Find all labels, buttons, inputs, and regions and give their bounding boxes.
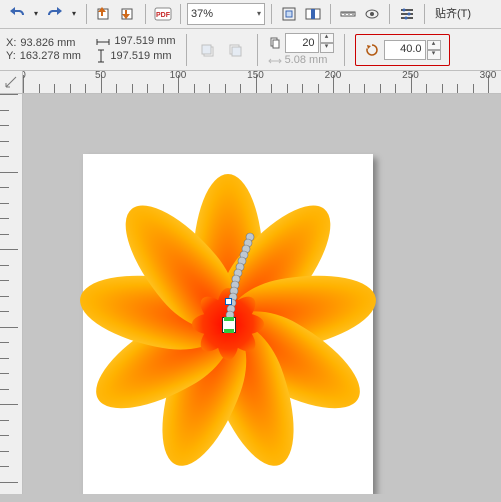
rotation-angle-input[interactable]: 40.0 ▴▾: [384, 40, 441, 60]
canvas[interactable]: [23, 94, 501, 494]
spacing-icon: [268, 56, 282, 66]
chevron-down-icon: ▾: [257, 10, 261, 18]
copies-input[interactable]: 20 ▴▾: [285, 33, 334, 53]
redo-button[interactable]: [44, 3, 66, 25]
property-bar: X: 93.826 mm Y: 163.278 mm 197.519 mm 19…: [0, 29, 501, 71]
workspace: [0, 94, 501, 494]
show-rulers-button[interactable]: [337, 3, 359, 25]
copies-icon: [268, 37, 282, 49]
svg-text:PDF: PDF: [156, 12, 171, 19]
page[interactable]: [83, 154, 373, 494]
export-button[interactable]: [117, 3, 139, 25]
y-label: Y:: [6, 51, 16, 62]
rotation-angle-group: 40.0 ▴▾: [355, 34, 450, 66]
main-toolbar: ▾ ▾ PDF 37% ▾ 贴齐(T): [0, 0, 501, 29]
undo-dropdown[interactable]: ▾: [30, 3, 42, 25]
selection-handle[interactable]: [225, 298, 232, 305]
zoom-dropdown[interactable]: 37% ▾: [187, 3, 265, 25]
redo-dropdown[interactable]: ▾: [68, 3, 80, 25]
full-screen-button[interactable]: [278, 3, 300, 25]
spacing-value: 5.08 mm: [285, 55, 328, 66]
object-width-value: 197.519 mm: [114, 36, 175, 47]
height-icon: [96, 49, 106, 63]
object-height-value: 197.519 mm: [110, 51, 171, 62]
export-pdf-button[interactable]: PDF: [152, 3, 174, 25]
layer-down-button[interactable]: [225, 39, 247, 61]
toggle-visibility-button[interactable]: [361, 3, 383, 25]
rotation-icon: [364, 42, 380, 58]
vertical-ruler[interactable]: [0, 94, 23, 494]
options-button[interactable]: [396, 3, 418, 25]
ruler-origin[interactable]: [0, 71, 23, 94]
zoom-value: 37%: [191, 9, 213, 20]
x-value: 93.826 mm: [20, 38, 90, 49]
import-button[interactable]: [93, 3, 115, 25]
snap-menu[interactable]: 贴齐(T): [431, 9, 475, 20]
horizontal-ruler[interactable]: 050100150200250300: [23, 71, 501, 94]
preview-button[interactable]: [302, 3, 324, 25]
x-label: X:: [6, 38, 16, 49]
width-icon: [96, 37, 110, 47]
tool-cursor: [222, 317, 236, 333]
y-value: 163.278 mm: [20, 51, 90, 62]
undo-button[interactable]: [6, 3, 28, 25]
ruler-row: 050100150200250300: [0, 71, 501, 94]
layer-up-button[interactable]: [197, 39, 219, 61]
